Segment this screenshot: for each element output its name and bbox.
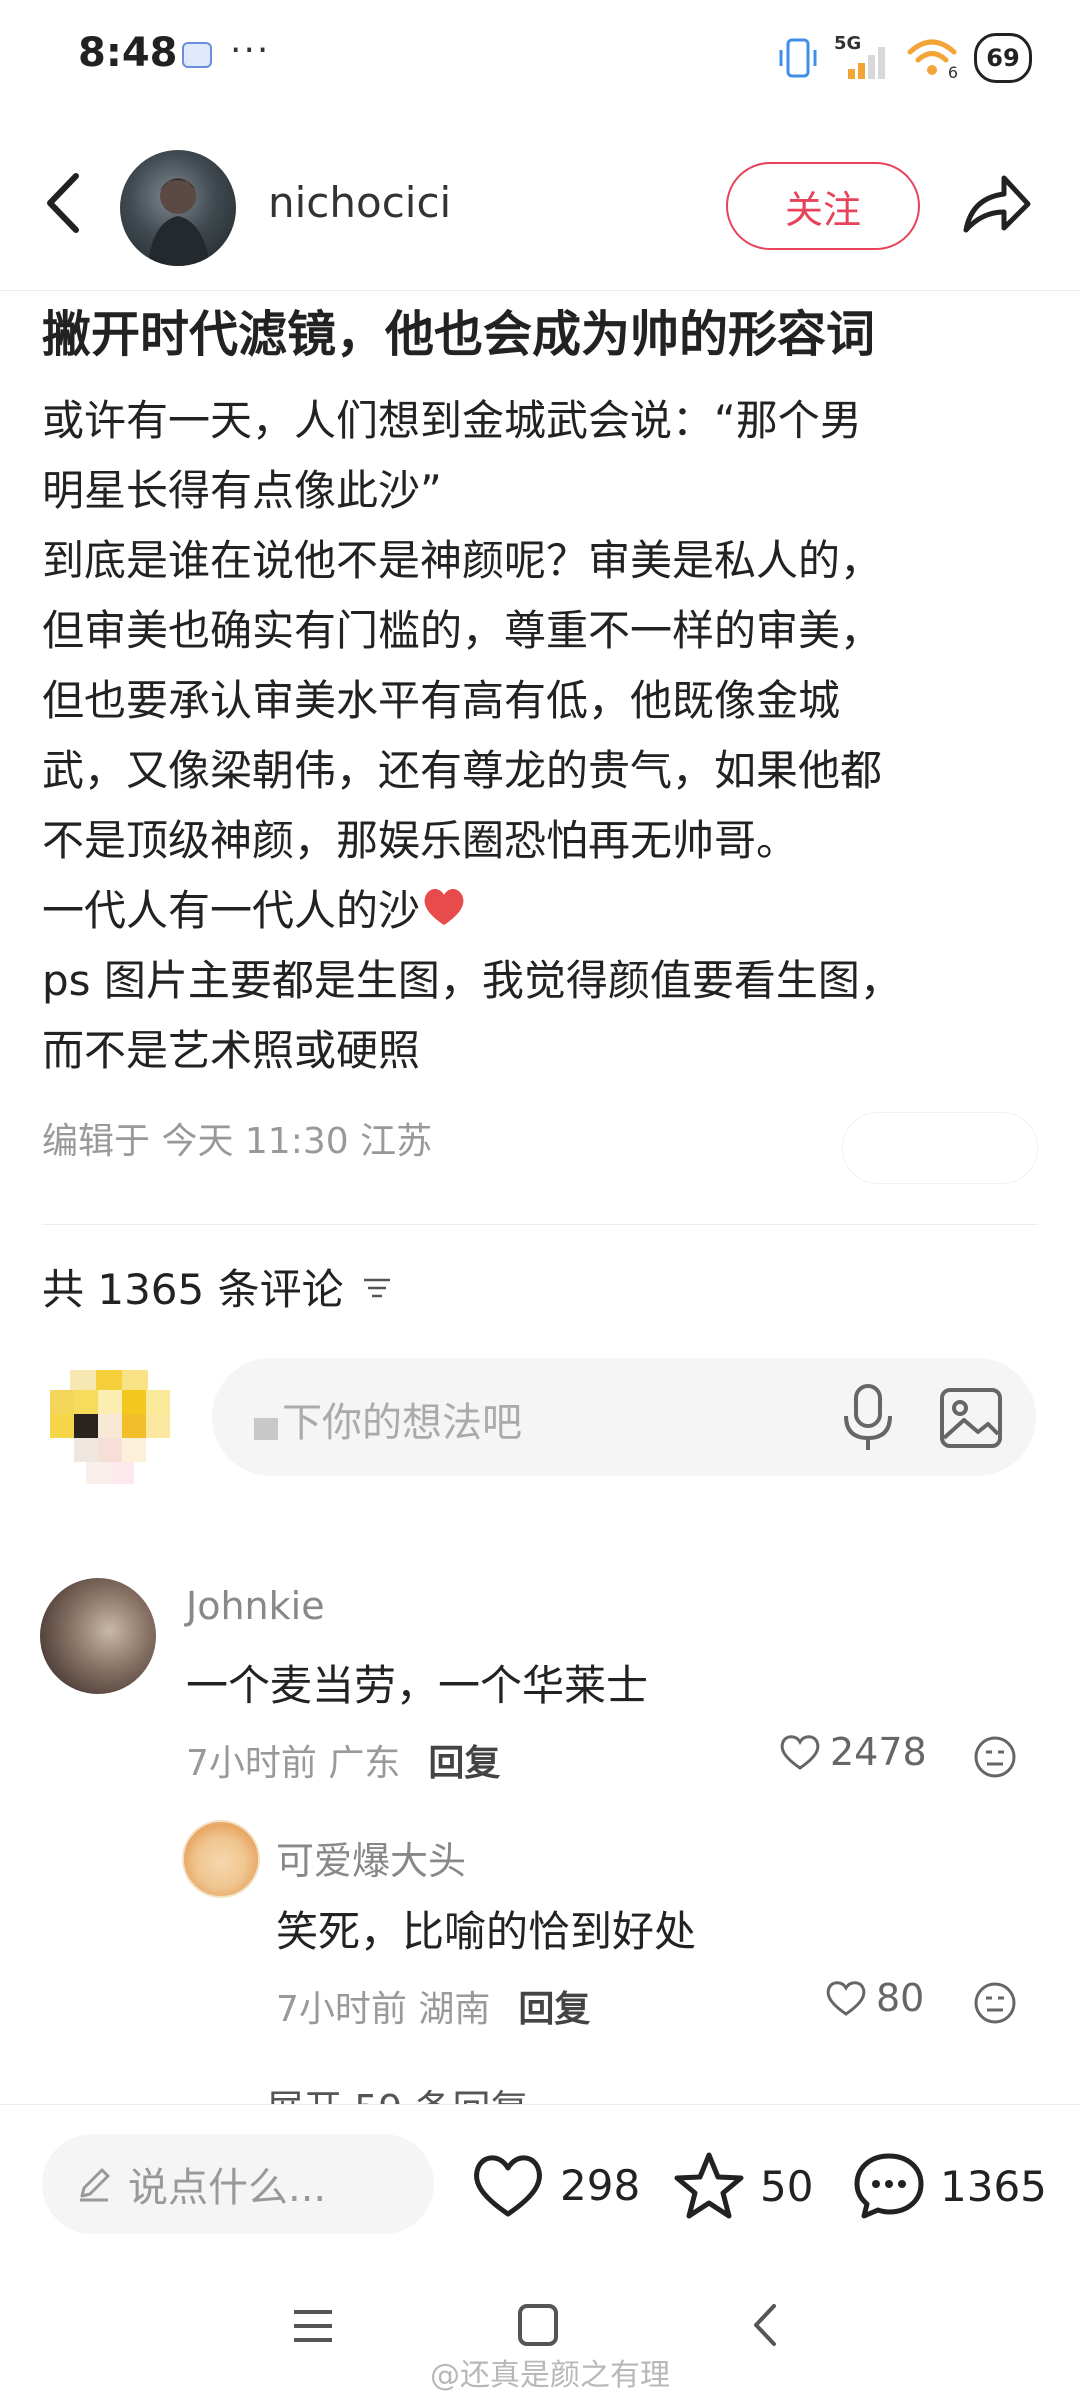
post-body-line: 明星长得有点像此沙” [42,466,442,515]
microphone-icon[interactable] [840,1382,896,1454]
post-body-line: 但审美也确实有门槛的，尊重不一样的审美， [42,606,883,655]
comment-input-placeholder-text: 下你的想法吧 [282,1400,522,1446]
post-body-line: ps 图片主要都是生图，我觉得颜值要看生图， [42,956,902,1005]
post-body-line-with-heart: 一代人有一代人的沙 [42,876,1052,946]
comments-count[interactable]: 共 1365 条评论 [42,1256,394,1317]
blurred-pill [842,1112,1038,1184]
post-body-line: 但也要承认审美水平有高有低，他既像金城 [42,676,841,725]
notification-app-icon [182,42,212,68]
say-something-input[interactable]: 说点什么... [42,2134,434,2234]
my-avatar [50,1370,170,1484]
author-username[interactable]: nichocici [268,178,451,227]
dislike-face-icon[interactable] [972,1980,1018,2026]
reply-author[interactable]: 可爱爆大头 [276,1830,466,1885]
avatar-silhouette [148,178,210,266]
heart-outline-icon [780,1735,820,1770]
comment-input-placeholder[interactable]: 下你的想法吧 [254,1390,522,1448]
comment-avatar[interactable] [40,1578,156,1694]
post-body: 或许有一天，人们想到金城武会说：“那个男 明星长得有点像此沙” 到底是谁在说他不… [42,386,1052,1086]
reply-button[interactable]: 回复 [518,1989,590,2030]
header-divider [0,290,1080,291]
post-body-line: 一代人有一代人的沙 [42,886,421,935]
post-body-line: 不是顶级神颜，那娱乐圈恐怕再无帅哥。 [42,816,799,865]
section-divider [42,1224,1038,1225]
red-heart-emoji-icon [424,889,464,925]
text-cursor [254,1418,278,1440]
wifi-icon: 6 [906,34,958,82]
comment-count: 1365 [940,2161,1047,2211]
author-avatar[interactable] [120,150,236,266]
post-body-line: 或许有一天，人们想到金城武会说：“那个男 [42,396,862,445]
collect-count: 50 [760,2161,814,2211]
star-outline-icon [674,2152,744,2219]
post-body-line: 而不是艺术照或硬照 [42,1026,421,1075]
signal-icon: 5G [834,33,890,83]
collect-button[interactable]: 50 [672,2150,813,2222]
menu-icon[interactable] [290,2306,336,2346]
more-notifications-icon: ··· [230,30,271,71]
watermark: @还真是颜之有理 [430,2358,670,2393]
comments-count-label: 共 1365 条评论 [42,1265,344,1314]
heart-outline-icon [474,2155,542,2217]
wifi-label: 6 [947,63,958,82]
reply-button[interactable]: 回复 [428,1743,500,1784]
status-time: 8:48 [78,30,178,76]
pencil-icon [80,2168,110,2202]
post-meta: 编辑于 今天 11:30 江苏 [42,1121,433,1162]
status-icons: 5G 6 69 [778,30,1032,86]
back-icon[interactable] [38,168,90,238]
post-title: 撇开时代滤镜，他也会成为帅的形容词 [42,306,876,363]
like-button[interactable]: 298 [470,2150,640,2220]
comment-bubble-icon [854,2153,924,2219]
comment-like-button[interactable]: 2478 [778,1730,927,1774]
post-body-line: 到底是谁在说他不是神颜呢？审美是私人的， [42,536,883,585]
vibrate-icon [779,38,817,78]
reply-meta: 7小时前 湖南 回复 [276,1980,590,2032]
comment-time-location: 7小时前 广东 [186,1743,401,1784]
dislike-face-icon[interactable] [972,1734,1018,1780]
image-icon[interactable] [938,1386,1004,1450]
like-count: 298 [560,2160,641,2210]
post-body-line: 武，又像梁朝伟，还有尊龙的贵气，如果他都 [42,746,883,795]
reply-time-location: 7小时前 湖南 [276,1989,491,2030]
nav-back-icon[interactable] [748,2300,782,2350]
follow-button[interactable]: 关注 [726,162,920,250]
comment-text: 一个麦当劳，一个华莱士 [186,1661,649,1710]
sort-icon[interactable] [360,1272,394,1302]
reply-text: 笑死，比喻的恰到好处 [276,1907,697,1956]
say-something-placeholder: 说点什么... [128,2165,327,2211]
comment-meta: 7小时前 广东 回复 [186,1734,500,1786]
comment-button[interactable]: 1365 [852,2150,1047,2222]
heart-outline-icon [826,1981,866,2016]
battery-indicator: 69 [974,33,1032,83]
comment-author[interactable]: Johnkie [186,1584,325,1628]
reply-avatar[interactable] [182,1820,260,1898]
comment-like-count: 2478 [830,1730,927,1774]
reply-like-button[interactable]: 80 [824,1976,924,2020]
home-icon[interactable] [516,2302,560,2348]
reply-like-count: 80 [876,1976,925,2020]
share-icon[interactable] [958,168,1034,244]
